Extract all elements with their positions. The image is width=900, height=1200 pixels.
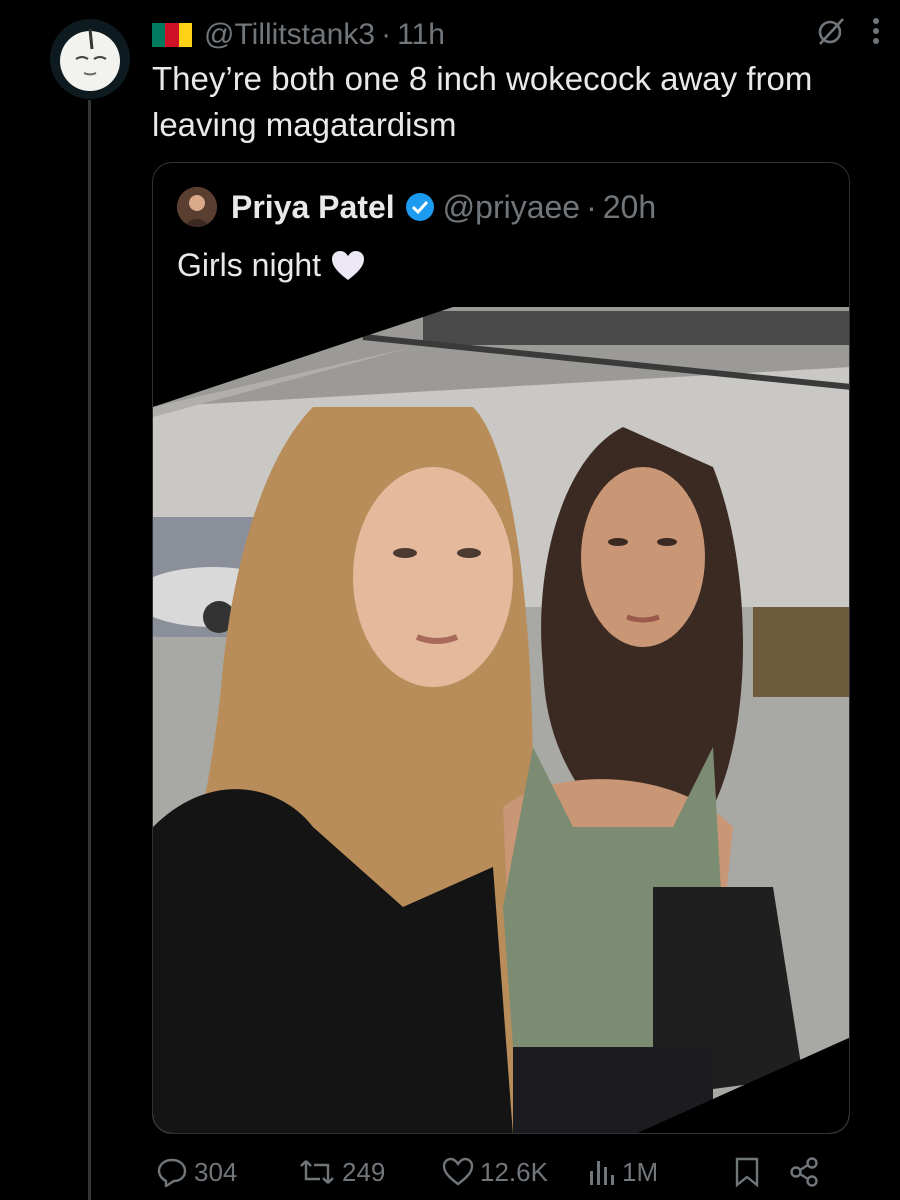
author-handle[interactable]: @Tillitstank3 xyxy=(204,18,375,52)
quote-avatar xyxy=(177,187,217,227)
grok-icon[interactable] xyxy=(816,16,846,54)
quote-media-image[interactable] xyxy=(153,307,849,1133)
quote-time: 20h xyxy=(602,188,657,225)
reply-icon xyxy=(157,1158,187,1187)
white-heart-emoji xyxy=(331,250,365,281)
bookmark-button[interactable] xyxy=(734,1156,760,1188)
views-button[interactable]: 1M xyxy=(586,1157,658,1188)
reply-button[interactable]: 304 xyxy=(156,1157,237,1188)
post-time[interactable]: 11h xyxy=(397,18,445,52)
quote-author-name[interactable]: Priya Patel xyxy=(231,189,395,226)
share-button[interactable] xyxy=(788,1156,820,1188)
avatar[interactable] xyxy=(50,19,130,99)
quote-text: Girls night xyxy=(177,247,322,283)
share-icon xyxy=(790,1157,818,1187)
quoted-post[interactable]: Priya Patel @priyaee · 20h Girls night xyxy=(152,162,850,1134)
bookmark-icon xyxy=(735,1157,759,1188)
heart-icon xyxy=(442,1157,474,1186)
thread-line xyxy=(88,100,91,1200)
repost-count: 249 xyxy=(342,1156,386,1187)
like-count: 12.6K xyxy=(480,1156,548,1187)
views-count: 1M xyxy=(622,1156,659,1187)
like-button[interactable]: 12.6K xyxy=(442,1157,548,1188)
post-text: They’re both one 8 inch wokecock away fr… xyxy=(152,60,813,143)
reply-count: 304 xyxy=(194,1156,238,1187)
repost-icon xyxy=(300,1160,334,1184)
separator: · xyxy=(381,18,392,51)
separator: · xyxy=(586,188,597,225)
cameroon-flag-icon xyxy=(152,23,192,47)
action-bar: 304 249 12.6K 1M xyxy=(156,1148,836,1196)
more-dots-icon[interactable] xyxy=(872,16,880,54)
quote-author-handle[interactable]: @priyaee xyxy=(443,189,580,226)
verified-badge-icon xyxy=(405,192,435,222)
quote-text-row: Girls night xyxy=(177,247,365,284)
quote-header: Priya Patel @priyaee · 20h xyxy=(177,185,656,229)
repost-button[interactable]: 249 xyxy=(298,1157,385,1188)
views-icon xyxy=(590,1161,614,1185)
post-header: @Tillitstank3 · 11h xyxy=(152,14,880,56)
